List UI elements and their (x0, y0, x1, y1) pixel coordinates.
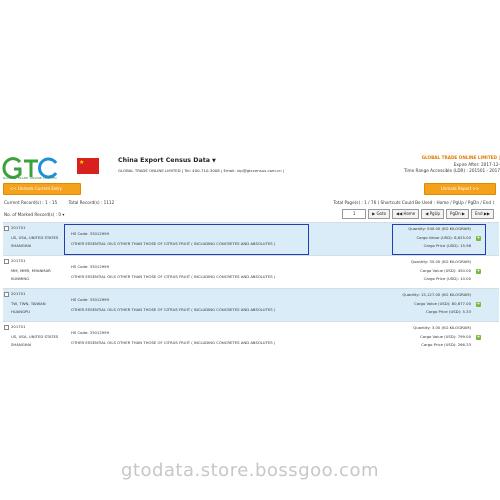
row-date: 201701 (11, 258, 26, 263)
row-values: Quantity: 3.00 (KG KILOGRAM) Cargo Value… (413, 324, 471, 350)
add-icon[interactable]: + (476, 302, 481, 307)
pgup-button[interactable]: ◀ PgUp (421, 209, 445, 219)
goto-button[interactable]: ▶ Goto (368, 209, 391, 219)
row-ports: TW, TWN, TAIWAN HUANGPU (11, 300, 46, 315)
row-date: 201701 (11, 324, 26, 329)
pgdn-button[interactable]: PgDn ▶ (446, 209, 469, 219)
add-icon[interactable]: + (476, 335, 481, 340)
account-info: GLOBAL TRADE ONLINE LIMITED | Expire Aft… (404, 155, 500, 175)
action-bar: << Unmark Current Entry Unmark Report >> (3, 183, 499, 195)
marked-records: No. of Marked Record(s) : 0 ▾ (4, 212, 65, 217)
table-row[interactable]: 201701 US, USA, UNITED STATES SHANGHAI H… (3, 321, 499, 354)
table-row[interactable]: 201701 MM, MMR, MYANMAR KUNMING HS Code:… (3, 255, 499, 288)
row-port: SHANGHAI (11, 341, 32, 347)
row-ports: US, USA, UNITED STATES SHANGHAI (11, 333, 58, 348)
add-icon[interactable]: + (476, 269, 481, 274)
pagination-bar: 1 ▶ Goto ◀◀ Home ◀ PgUp PgDn ▶ End ▶▶ (342, 209, 494, 219)
chevron-down-icon[interactable]: ▾ (62, 212, 64, 217)
unmark-report-button[interactable]: Unmark Report >> (424, 183, 496, 195)
row-ports: US, USA, UNITED STATES SHANGHAI (11, 234, 58, 249)
record-summary: Current Record(s) : 1 - 15 Total Record(… (4, 200, 124, 205)
time-range: Time Range Accessible (LDR) : 201501 - 2… (403, 168, 500, 173)
row-description: OTHER ESSENTIAL OILS OTHER THAN THOSE OF… (71, 274, 276, 279)
page-title-text: China Export Census Data (118, 157, 210, 164)
row-quantity: Quantity: 35.00 (KG KILOGRAM) (410, 259, 471, 264)
row-hs-code: HS Code: 33012999 (71, 264, 110, 269)
table-row[interactable]: 201701 TW, TWN, TAIWAN HUANGPU HS Code: … (3, 288, 499, 321)
highlight-box-product (64, 224, 309, 255)
page-title[interactable]: China Export Census Data ▼ (118, 157, 216, 164)
row-cargo-price: Cargo Price (USD): 266.33 (421, 342, 471, 347)
row-values: Quantity: 15,127.00 (KG KILOGRAM) Cargo … (402, 291, 471, 317)
row-destination: US, USA, UNITED STATES (11, 334, 59, 339)
row-destination: TW, TWN, TAIWAN (11, 301, 46, 306)
row-hs-code: HS Code: 33012999 (71, 297, 110, 302)
row-quantity: Quantity: 3.00 (KG KILOGRAM) (413, 325, 471, 330)
row-values: Quantity: 35.00 (KG KILOGRAM) Cargo Valu… (411, 258, 471, 284)
chevron-down-icon[interactable]: ▼ (212, 158, 216, 164)
row-cargo-value: Cargo Value (USD): 450.00 (420, 267, 471, 273)
china-flag-icon (77, 158, 99, 174)
page-number-input[interactable]: 1 (342, 209, 367, 219)
marked-label: No. of Marked Record(s) : (4, 212, 58, 217)
current-records: Current Record(s) : 1 - 15 (4, 200, 58, 205)
row-checkbox[interactable] (4, 292, 9, 297)
row-description: OTHER ESSENTIAL OILS OTHER THAN THOSE OF… (71, 307, 276, 312)
row-port: SHANGHAI (11, 242, 32, 248)
row-quantity: Quantity: 15,127.00 (KG KILOGRAM) (402, 292, 471, 297)
marked-value: 0 (58, 212, 62, 217)
end-button[interactable]: End ▶▶ (470, 209, 494, 219)
row-date: 201701 (11, 291, 26, 296)
row-port: KUNMING (11, 275, 30, 281)
row-checkbox[interactable] (4, 325, 9, 330)
page-info: Total Page(s) : 1 / 76 ( Shortcuts Could… (333, 200, 494, 205)
row-cargo-price: Cargo Price (USD): 5.33 (426, 309, 471, 314)
row-cargo-value: Cargo Value (USD): 799.00 (420, 333, 471, 339)
row-cargo-price: Cargo Price (USD): 10.00 (423, 276, 471, 281)
row-cargo-value: Cargo Value (USD): 80,677.00 (414, 300, 471, 306)
company-contact-line: GLOBAL TRADE ONLINE LIMITED | Tel: 400-7… (118, 168, 285, 173)
row-ports: MM, MMR, MYANMAR KUNMING (11, 267, 51, 282)
row-description: OTHER ESSENTIAL OILS OTHER THAN THOSE OF… (71, 340, 276, 345)
row-destination: MM, MMR, MYANMAR (11, 268, 51, 273)
row-destination: US, USA, UNITED STATES (11, 235, 59, 240)
highlight-box-values (392, 224, 486, 255)
home-button[interactable]: ◀◀ Home (392, 209, 420, 219)
logo-subtitle: GLOBAL TRADE ONLINE LIMITED (3, 176, 57, 180)
total-records: Total Record(s) : 1112 (68, 200, 115, 205)
row-date: 201701 (11, 225, 26, 230)
row-checkbox[interactable] (4, 259, 9, 264)
row-hs-code: HS Code: 33012999 (71, 330, 110, 335)
watermark: gtodata.store.bossgoo.com (120, 460, 379, 481)
row-port: HUANGPU (11, 308, 31, 314)
row-checkbox[interactable] (4, 226, 9, 231)
unmark-current-entry-button[interactable]: << Unmark Current Entry (3, 183, 81, 195)
